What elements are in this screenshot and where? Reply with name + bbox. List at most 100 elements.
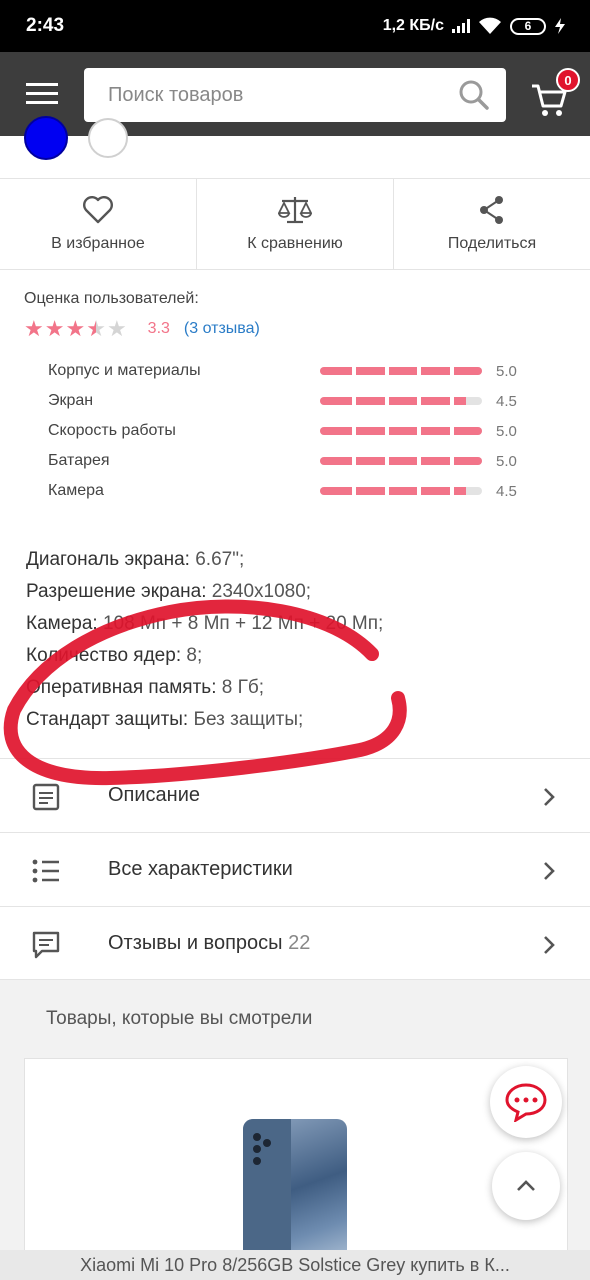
camera-dot <box>253 1157 261 1165</box>
scroll-top-button[interactable] <box>492 1152 560 1220</box>
menu-item-label: Все характеристики <box>108 858 293 880</box>
bar-segment-gap <box>352 397 357 405</box>
search-box <box>84 68 506 122</box>
rating-value: 3.3 <box>147 320 170 337</box>
rating-summary: ★ ★ ★ ★ ★ 3.3 (3 отзыва) <box>24 318 260 340</box>
star-icon: ★ <box>24 316 44 341</box>
menu-item-reviews[interactable]: Отзывы и вопросы 22 <box>0 906 590 980</box>
criterion-label: Скорость работы <box>48 422 176 439</box>
bar-segment-gap <box>384 457 389 465</box>
charging-icon <box>555 18 565 34</box>
hamburger-icon <box>26 83 58 104</box>
spec-value: 8 Гб; <box>221 677 265 698</box>
signal-icon <box>452 19 470 33</box>
menu-item-label: Отзывы и вопросы 22 <box>108 932 310 955</box>
chat-icon <box>505 1083 547 1122</box>
favorite-label: В избранное <box>51 235 145 252</box>
bar-segment-gap <box>352 367 357 375</box>
share-label: Поделиться <box>447 235 537 252</box>
battery-icon: 6 <box>510 17 546 35</box>
menu-item-characteristics[interactable]: Все характеристики <box>0 832 590 906</box>
spec-name: Разрешение экрана: <box>26 581 207 602</box>
menu-item-label: Описание <box>108 784 201 806</box>
document-icon <box>32 783 60 811</box>
spec-name: Камера: <box>26 613 98 634</box>
criterion-score: 4.5 <box>496 482 517 500</box>
bar-segment-gap <box>417 397 422 405</box>
comment-icon <box>32 931 60 959</box>
share-button[interactable]: Поделиться <box>394 179 590 269</box>
spec-value: 8; <box>186 645 203 666</box>
criterion-bar <box>320 397 482 405</box>
bar-segment-gap <box>417 427 422 435</box>
recently-viewed-section: Товары, которые вы смотрели <box>0 980 590 1280</box>
share-icon <box>480 196 503 224</box>
star-half-icon: ★ <box>86 316 106 341</box>
reviews-label: Отзывы и вопросы <box>108 931 283 954</box>
spec-value: Без защиты; <box>193 709 304 730</box>
bar-segment-gap <box>352 457 357 465</box>
criterion-bar <box>320 457 482 465</box>
criterion-row: Корпус и материалы 5.0 <box>48 356 548 386</box>
chevron-right-icon <box>544 788 555 806</box>
criterion-score: 4.5 <box>496 392 517 410</box>
product-menu: Описание Все характеристики Отзывы и воп… <box>0 758 590 980</box>
status-bar: 2:43 1,2 КБ/с 6 <box>0 0 590 52</box>
camera-dot <box>253 1133 261 1141</box>
reviews-count: 22 <box>288 931 311 954</box>
chevron-right-icon <box>544 936 555 954</box>
bar-segment-gap <box>417 457 422 465</box>
criterion-score: 5.0 <box>496 422 517 440</box>
chat-button[interactable] <box>490 1066 562 1138</box>
color-swatch-blue[interactable] <box>24 116 68 160</box>
status-time: 2:43 <box>26 15 65 36</box>
page-title: Xiaomi Mi 10 Pro 8/256GB Solstice Grey к… <box>80 1254 510 1275</box>
compare-label: К сравнению <box>247 235 343 252</box>
criterion-bar <box>320 427 482 435</box>
star-icon: ★ <box>44 316 65 341</box>
bar-segment-gap <box>449 487 454 495</box>
chevron-up-icon <box>517 1180 535 1191</box>
color-options <box>24 116 128 160</box>
compare-button[interactable]: К сравнению <box>197 179 394 269</box>
camera-dot <box>263 1139 271 1147</box>
menu-item-description[interactable]: Описание <box>0 758 590 832</box>
scales-icon <box>278 197 312 224</box>
bar-segment-gap <box>449 457 454 465</box>
star-icon: ★ <box>106 316 127 341</box>
heart-icon <box>83 196 113 224</box>
criterion-row: Скорость работы 5.0 <box>48 416 548 446</box>
spec-line: Камера: 108 Мп + 8 Мп + 12 Мп + 20 Мп; <box>26 608 383 640</box>
favorite-button[interactable]: В избранное <box>0 179 197 269</box>
bar-segment-gap <box>384 367 389 375</box>
spec-name: Диагональ экрана: <box>26 549 190 570</box>
spec-line: Диагональ экрана: 6.67"; <box>26 544 383 576</box>
search-input[interactable] <box>108 83 458 107</box>
bar-segment-gap <box>352 427 357 435</box>
cart-count-badge: 0 <box>556 68 580 92</box>
spec-name: Стандарт защиты: <box>26 709 189 730</box>
reviews-link[interactable]: (3 отзыва) <box>184 320 260 338</box>
battery-level: 6 <box>524 19 532 33</box>
search-icon[interactable] <box>458 79 490 111</box>
camera-dot <box>253 1145 261 1153</box>
criterion-row: Камера 4.5 <box>48 476 548 506</box>
bar-segment-gap <box>449 397 454 405</box>
spec-name: Оперативная память: <box>26 677 217 698</box>
criterion-score: 5.0 <box>496 452 517 470</box>
criterion-label: Корпус и материалы <box>48 362 201 379</box>
action-row: В избранное К сравнению Поделиться <box>0 178 590 270</box>
cart-button[interactable]: 0 <box>526 68 582 124</box>
bar-segment-gap <box>417 367 422 375</box>
bar-segment-gap <box>417 487 422 495</box>
criterion-row: Батарея 5.0 <box>48 446 548 476</box>
section-title: Товары, которые вы смотрели <box>46 1008 313 1029</box>
star-icon: ★ <box>65 316 86 341</box>
product-card[interactable] <box>24 1058 568 1280</box>
color-swatch-white[interactable] <box>88 118 128 158</box>
network-speed: 1,2 КБ/с <box>382 17 444 34</box>
rating-criteria: Корпус и материалы 5.0 Экран 4.5 Скорост… <box>48 356 548 506</box>
bar-segment-gap <box>449 427 454 435</box>
wifi-icon <box>479 17 501 34</box>
spec-line: Оперативная память: 8 Гб; <box>26 672 383 704</box>
